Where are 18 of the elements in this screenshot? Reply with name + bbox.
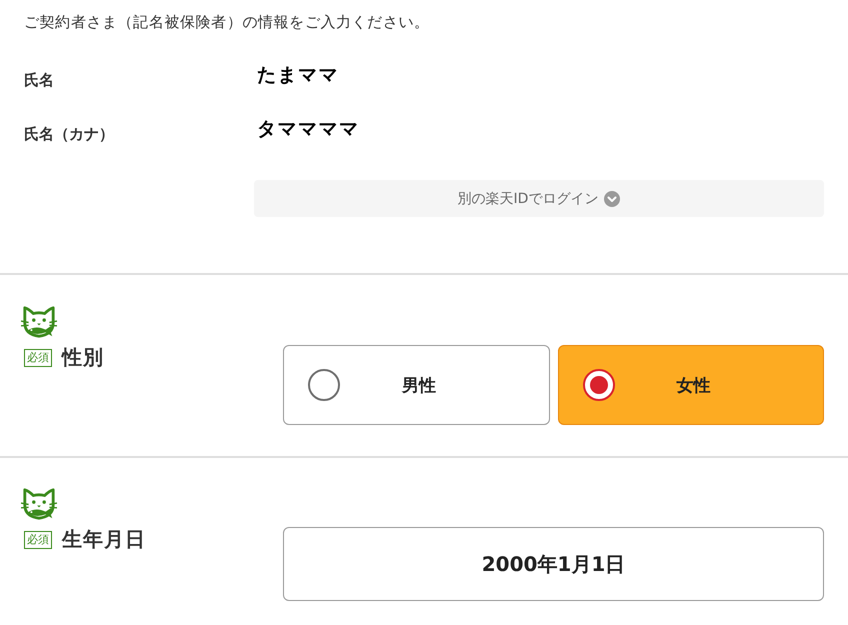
field-value: たまママ <box>257 63 339 88</box>
radio-icon <box>308 369 340 401</box>
section-label: 性別 <box>62 344 104 371</box>
section-label: 生年月日 <box>62 526 146 553</box>
field-value: タママママ <box>257 117 360 142</box>
gender-option[interactable]: 男性 <box>283 345 550 425</box>
intro-text: ご契約者さま（記名被保険者）の情報をご入力ください。 <box>24 12 430 32</box>
date-field[interactable]: 2000年1月1日 <box>283 527 824 601</box>
required-badge: 必須 <box>24 348 52 366</box>
cat-with-fish-icon <box>20 487 58 522</box>
gender-option[interactable]: 女性 <box>558 345 824 425</box>
field-label: 氏名 <box>24 70 55 90</box>
other-id-login-button[interactable]: 別の楽天IDでログイン <box>254 180 824 217</box>
radio-icon <box>582 369 614 401</box>
chevron-down-icon <box>604 190 620 206</box>
cat-with-fish-icon <box>20 305 58 340</box>
field-label: 氏名（カナ） <box>24 124 115 144</box>
required-badge: 必須 <box>24 530 52 548</box>
